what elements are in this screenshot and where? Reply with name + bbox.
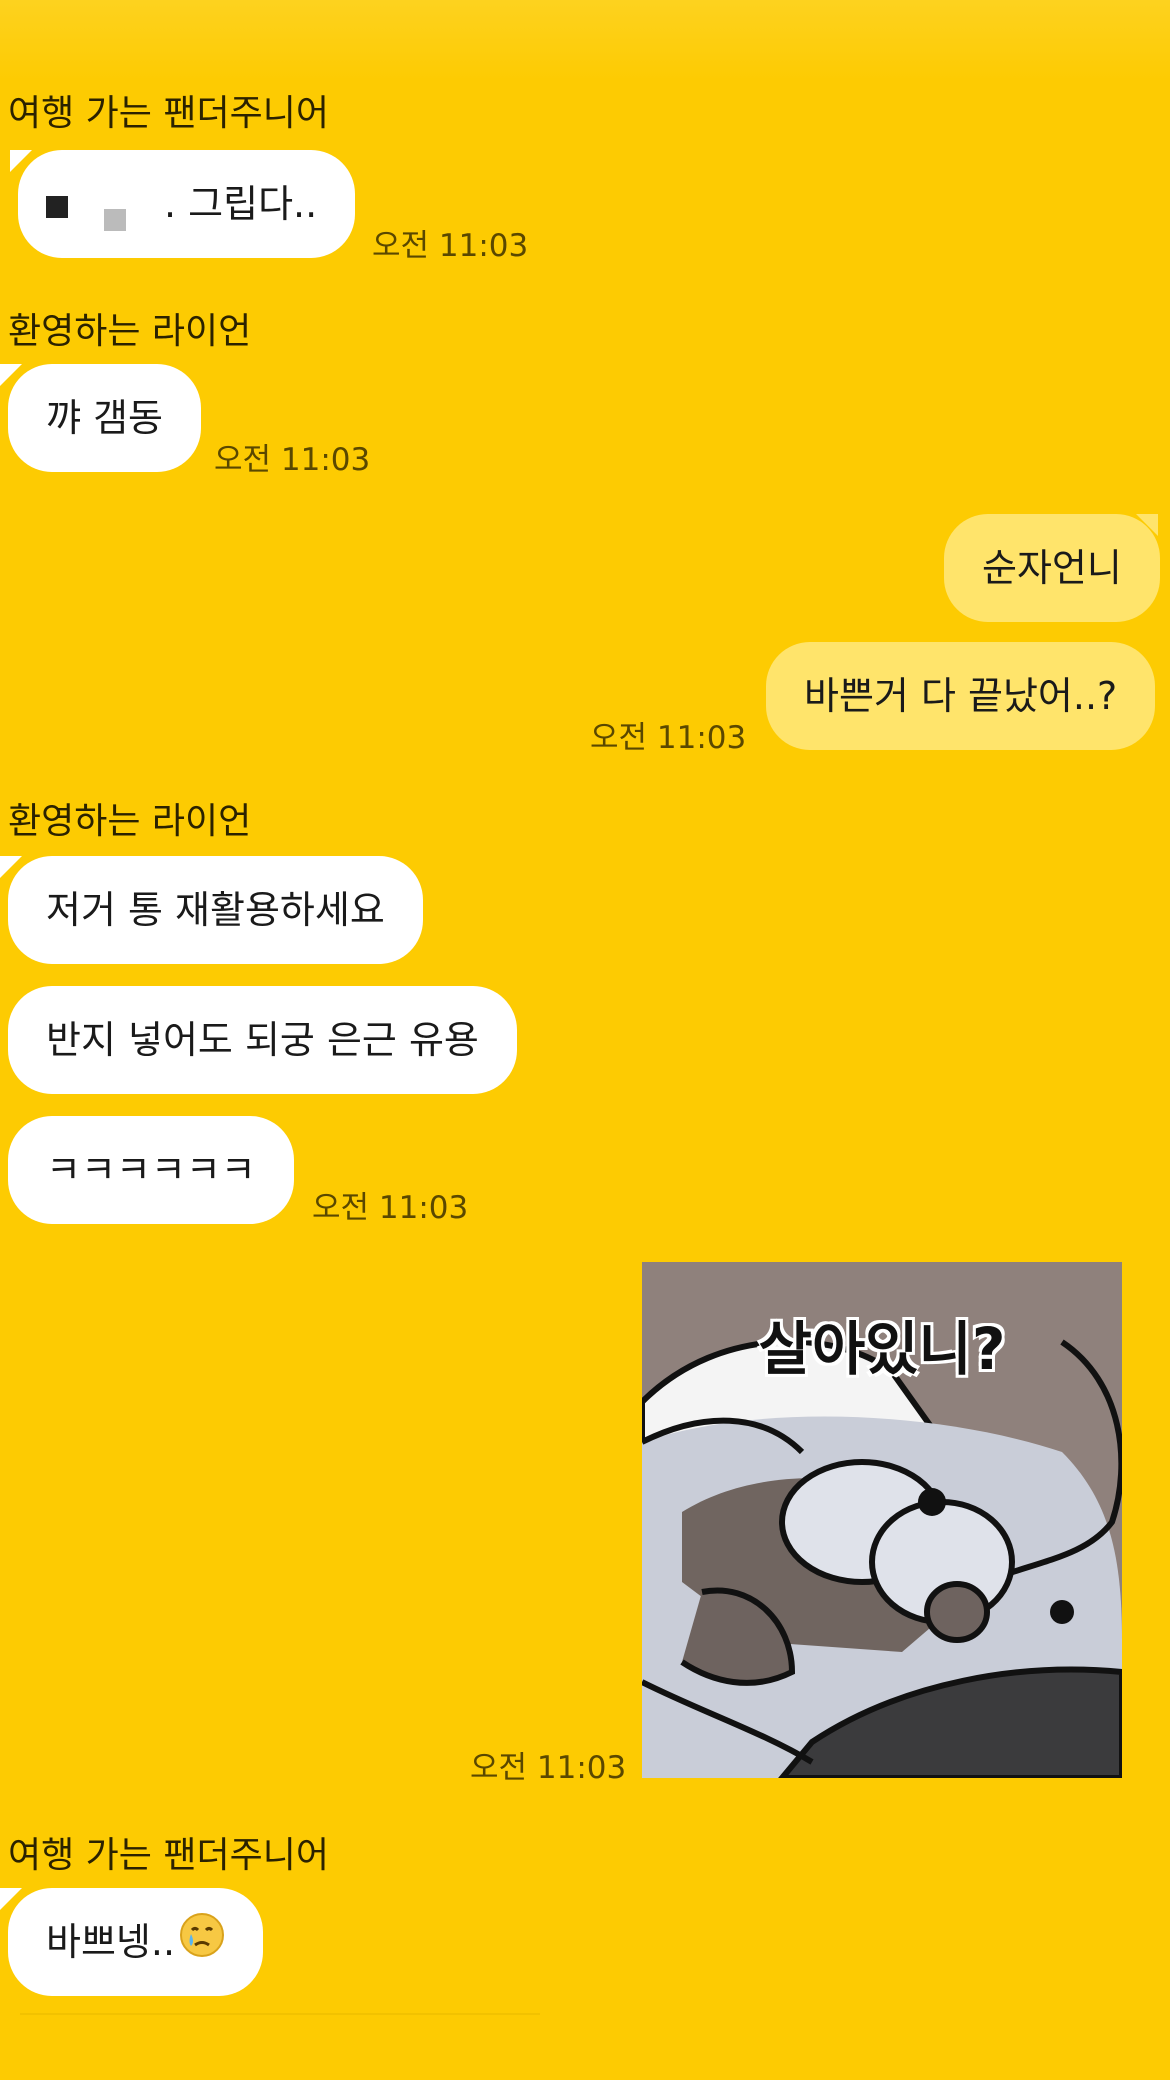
message-bubble[interactable]: 바쁘넹..: [8, 1888, 264, 1999]
message-bubble[interactable]: 반지 넣어도 되궁 은근 유용: [8, 986, 517, 1094]
my-message-bubble[interactable]: 순자언니: [944, 514, 1160, 622]
sleepy-puppy-sticker[interactable]: 살아있니?: [642, 1262, 1122, 1778]
crying-face-emoji: [179, 1891, 225, 1999]
message-text: 반지 넣어도 되궁 은근 유용: [46, 1018, 479, 1062]
message-bubble[interactable]: . 그립다..: [18, 150, 356, 258]
message-text: 꺄 갬동: [46, 396, 163, 440]
message-bubble[interactable]: 꺄 갬동: [8, 364, 201, 472]
message-time: 오전 11:03: [590, 720, 747, 756]
message-bubble[interactable]: ㅋㅋㅋㅋㅋㅋ: [8, 1116, 294, 1224]
top-fade: [0, 0, 1170, 80]
message-text: 바쁘넹..: [46, 1920, 176, 1964]
message-time: 오전 11:03: [214, 442, 371, 478]
message-text: 바쁜거 다 끝났어..?: [804, 674, 1118, 718]
sender-name: 여행 가는 팬더주니어: [8, 1835, 329, 1876]
message-time: 오전 11:03: [312, 1190, 469, 1226]
blur-pixel: [104, 208, 126, 231]
message-time: 오전 11:03: [372, 228, 529, 264]
message-text: 순자언니: [982, 546, 1122, 590]
blur-pixel: [46, 195, 68, 218]
my-message-bubble[interactable]: 바쁜거 다 끝났어..?: [766, 642, 1156, 750]
message-bubble[interactable]: 저거 통 재활용하세요: [8, 856, 423, 964]
divider: [20, 2013, 540, 2015]
message-time: 오전 11:03: [470, 1750, 627, 1786]
sender-name: 환영하는 라이언: [8, 311, 252, 352]
sticker-caption: 살아있니?: [758, 1315, 1006, 1383]
sender-name: 여행 가는 팬더주니어: [8, 93, 329, 134]
message-text: 저거 통 재활용하세요: [46, 888, 385, 932]
message-text: ㅋㅋㅋㅋㅋㅋ: [46, 1148, 256, 1192]
message-text: . 그립다..: [164, 182, 318, 226]
sender-name: 환영하는 라이언: [8, 801, 252, 842]
